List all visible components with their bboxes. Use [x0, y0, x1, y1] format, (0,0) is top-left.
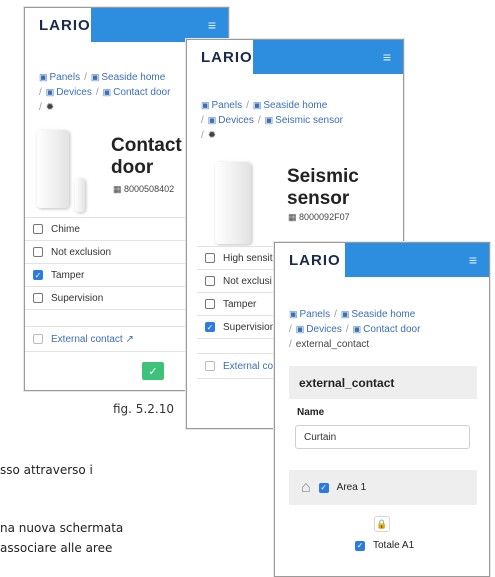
- name-label: Name: [297, 407, 325, 418]
- sub-area-checkbox[interactable]: ✓: [355, 540, 365, 551]
- card-title: external_contact: [289, 366, 477, 399]
- device-image: [37, 130, 69, 208]
- checkbox[interactable]: [205, 253, 215, 263]
- devices-icon: ▣: [295, 324, 305, 334]
- area-checkbox[interactable]: ✓: [318, 482, 329, 493]
- background-text-line3: associare alle aree: [0, 541, 113, 555]
- panel-icon: ▣: [289, 309, 298, 319]
- panel-icon: ▣: [201, 100, 210, 110]
- figure-caption: fig. 5.2.10: [113, 402, 174, 416]
- breadcrumb-home[interactable]: Seaside home: [101, 72, 165, 83]
- breadcrumb-panels[interactable]: Panels: [212, 100, 243, 111]
- option-row[interactable]: Supervision: [25, 287, 185, 310]
- serial-number: ▦ 8000508402: [113, 184, 175, 194]
- name-input[interactable]: Curtain: [295, 425, 470, 449]
- sub-area-label: Totale A1: [373, 540, 415, 551]
- breadcrumb-devices[interactable]: Devices: [56, 87, 92, 98]
- device-icon: ▣: [102, 87, 112, 97]
- device-icon: ▣: [352, 324, 362, 334]
- home-icon: ▣: [340, 309, 350, 319]
- hamburger-menu-icon[interactable]: ≡: [469, 252, 477, 268]
- option-row[interactable]: ✓ Tamper: [25, 264, 185, 287]
- home-icon: ⌂: [301, 478, 311, 496]
- lock-icon: 🔒: [374, 516, 390, 532]
- options-list: Chime Not exclusion ✓ Tamper Supervision: [25, 217, 185, 310]
- home-icon: ▣: [252, 100, 262, 110]
- external-link-icon[interactable]: ↗: [126, 334, 134, 345]
- confirm-button[interactable]: ✓: [142, 362, 164, 380]
- header-bar: ≡: [345, 243, 489, 277]
- gear-icon[interactable]: ✹: [208, 130, 216, 141]
- breadcrumb-device[interactable]: Seismic sensor: [275, 115, 343, 126]
- breadcrumb-panels[interactable]: Panels: [50, 72, 81, 83]
- breadcrumb-panels[interactable]: Panels: [300, 309, 331, 320]
- home-icon: ▣: [90, 72, 100, 82]
- top-bar: LARIO ≡: [275, 243, 489, 277]
- checkbox[interactable]: [33, 224, 43, 234]
- external-contact-row[interactable]: External contact ↗: [25, 326, 185, 352]
- checkbox[interactable]: [205, 299, 215, 309]
- breadcrumb-devices[interactable]: Devices: [218, 115, 254, 126]
- screen-external-contact: LARIO ≡ ▣ Panels / ▣ Seaside home / ▣ Devices /…: [274, 242, 490, 577]
- breadcrumb-home[interactable]: Seaside home: [351, 309, 415, 320]
- checkbox[interactable]: [33, 293, 43, 303]
- breadcrumb-device[interactable]: Contact door: [363, 324, 420, 335]
- lario-logo: LARIO: [275, 243, 345, 277]
- checkbox[interactable]: [33, 247, 43, 257]
- area-row[interactable]: ⌂ ✓ Area 1: [289, 470, 477, 505]
- breadcrumb-devices[interactable]: Devices: [306, 324, 342, 335]
- checkbox-checked[interactable]: ✓: [205, 322, 215, 332]
- top-bar: LARIO ≡: [187, 40, 403, 74]
- hamburger-menu-icon[interactable]: ≡: [208, 17, 216, 33]
- breadcrumb-home[interactable]: Seaside home: [263, 100, 327, 111]
- serial-number: ▦ 8000092F07: [288, 212, 350, 222]
- background-text-line1: sso attraverso i: [0, 463, 93, 477]
- devices-icon: ▣: [45, 87, 55, 97]
- breadcrumb: ▣ Panels / ▣ Seaside home / ▣ Devices / ▣ Contact…: [289, 309, 421, 350]
- barcode-icon: ▦: [288, 212, 297, 222]
- device-title: Seismic sensor: [287, 166, 359, 209]
- panel-icon: ▣: [39, 72, 48, 82]
- breadcrumb: ▣ Panels / ▣ Seaside home / ▣ Devices / ▣ Seismic…: [201, 100, 343, 141]
- header-bar: ≡: [91, 8, 228, 42]
- barcode-icon: ▦: [113, 184, 122, 194]
- background-text-line2: na nuova schermata: [0, 521, 124, 535]
- breadcrumb-current: external_contact: [295, 339, 370, 350]
- checkbox-disabled: [205, 361, 215, 371]
- checkbox-disabled: [33, 334, 43, 344]
- lario-logo: LARIO: [187, 40, 253, 74]
- header-bar: ≡: [253, 40, 403, 74]
- device-image: [215, 162, 251, 244]
- checkbox-checked[interactable]: ✓: [33, 270, 43, 280]
- option-row[interactable]: Chime: [25, 218, 185, 241]
- lario-logo: LARIO: [25, 8, 91, 42]
- devices-icon: ▣: [207, 115, 217, 125]
- magnet-image: [75, 178, 85, 212]
- top-bar: LARIO ≡: [25, 8, 228, 42]
- hamburger-menu-icon[interactable]: ≡: [383, 49, 391, 65]
- device-title: Contact door: [111, 135, 182, 178]
- area-label: Area 1: [336, 482, 367, 493]
- checkbox[interactable]: [205, 276, 215, 286]
- option-row[interactable]: Not exclusion: [25, 241, 185, 264]
- gear-icon[interactable]: ✹: [46, 102, 54, 113]
- sub-area-row[interactable]: ✓ Totale A1: [355, 540, 414, 551]
- breadcrumb-device[interactable]: Contact door: [113, 87, 170, 98]
- device-icon: ▣: [264, 115, 274, 125]
